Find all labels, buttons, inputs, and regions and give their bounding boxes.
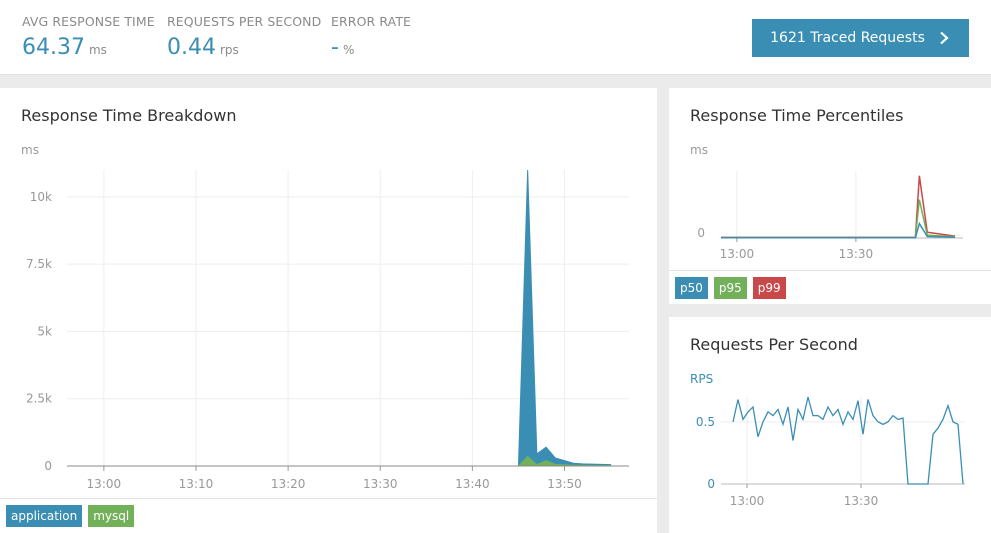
series-area-mysql <box>67 455 612 467</box>
metric-number: 0.44 <box>167 35 216 60</box>
series-line-p95 <box>721 199 956 239</box>
legend-mysql[interactable]: mysql <box>88 505 135 527</box>
percentiles-chart: 13:00 13:30 0 <box>697 171 963 261</box>
series-line-rps <box>732 396 964 485</box>
y-tick-label: 0 <box>707 477 715 491</box>
metric-unit: % <box>342 43 355 57</box>
traced-requests-label: 1621 Traced Requests <box>770 30 925 46</box>
metric-label: AVG RESPONSE TIME <box>22 14 155 29</box>
rps-chart: 13:00 13:30 0 0.5 <box>696 396 965 508</box>
y-tick-label: 7.5k <box>26 257 52 271</box>
chevron-right-icon <box>940 31 949 45</box>
y-tick-label: 10k <box>30 190 52 204</box>
metric-value: 0.44 rps <box>167 35 321 60</box>
divider <box>0 498 657 499</box>
breakdown-legend: application mysql <box>6 505 135 527</box>
x-tick-label: 13:00 <box>730 494 765 508</box>
response-time-breakdown-panel: Response Time Breakdown ms 0 2.5k 5k 7.5k 10… <box>0 88 657 533</box>
response-time-percentiles-panel: Response Time Percentiles ms 13:00 13:30 0… <box>669 88 991 304</box>
traced-requests-button[interactable]: 1621 Traced Requests <box>752 19 969 57</box>
metrics-bar: AVG RESPONSE TIME 64.37 ms REQUESTS PER S… <box>0 0 991 75</box>
percentiles-legend: p50 p95 p99 <box>675 277 786 299</box>
x-tick-label: 13:30 <box>363 477 398 491</box>
x-tick-label: 13:40 <box>455 477 490 491</box>
legend-p95[interactable]: p95 <box>713 277 747 299</box>
legend-application[interactable]: application <box>6 505 83 527</box>
x-tick-label: 13:00 <box>720 247 755 261</box>
metric-unit: rps <box>219 43 239 57</box>
legend-p50[interactable]: p50 <box>675 277 708 299</box>
metric-number: - <box>331 35 339 60</box>
x-tick-label: 13:00 <box>87 477 122 491</box>
x-tick-label: 13:10 <box>179 477 214 491</box>
y-tick-label: 2.5k <box>26 392 52 406</box>
y-tick-label: 0 <box>44 459 52 473</box>
metric-number: 64.37 <box>22 35 85 60</box>
error-rate-metric: ERROR RATE -% <box>331 14 411 60</box>
x-tick-label: 13:20 <box>271 477 306 491</box>
avg-response-metric: AVG RESPONSE TIME 64.37 ms <box>22 14 155 60</box>
series-line-p50 <box>721 221 956 239</box>
requests-per-second-panel: Requests Per Second RPS 13:00 13:30 0 0.5 <box>669 317 991 533</box>
metric-value: 64.37 ms <box>22 35 155 60</box>
y-tick-label: 0 <box>697 226 705 240</box>
metric-value: -% <box>331 35 411 60</box>
metric-label: ERROR RATE <box>331 14 412 29</box>
y-tick-label: 0.5 <box>696 415 715 429</box>
metric-label: REQUESTS PER SECOND <box>167 14 322 29</box>
y-tick-label: 5k <box>37 324 52 338</box>
x-tick-label: 13:50 <box>547 477 582 491</box>
series-line-p99 <box>721 175 956 239</box>
divider <box>669 270 991 271</box>
metric-unit: ms <box>88 43 107 57</box>
breakdown-chart: 0 2.5k 5k 7.5k 10k 13:00 13:10 13:20 13:30 13:40 1… <box>26 169 629 491</box>
series-area-application <box>67 169 612 467</box>
x-tick-label: 13:30 <box>839 247 874 261</box>
rps-metric: REQUESTS PER SECOND 0.44 rps <box>167 14 321 60</box>
x-tick-label: 13:30 <box>844 494 879 508</box>
legend-p99[interactable]: p99 <box>752 277 786 299</box>
